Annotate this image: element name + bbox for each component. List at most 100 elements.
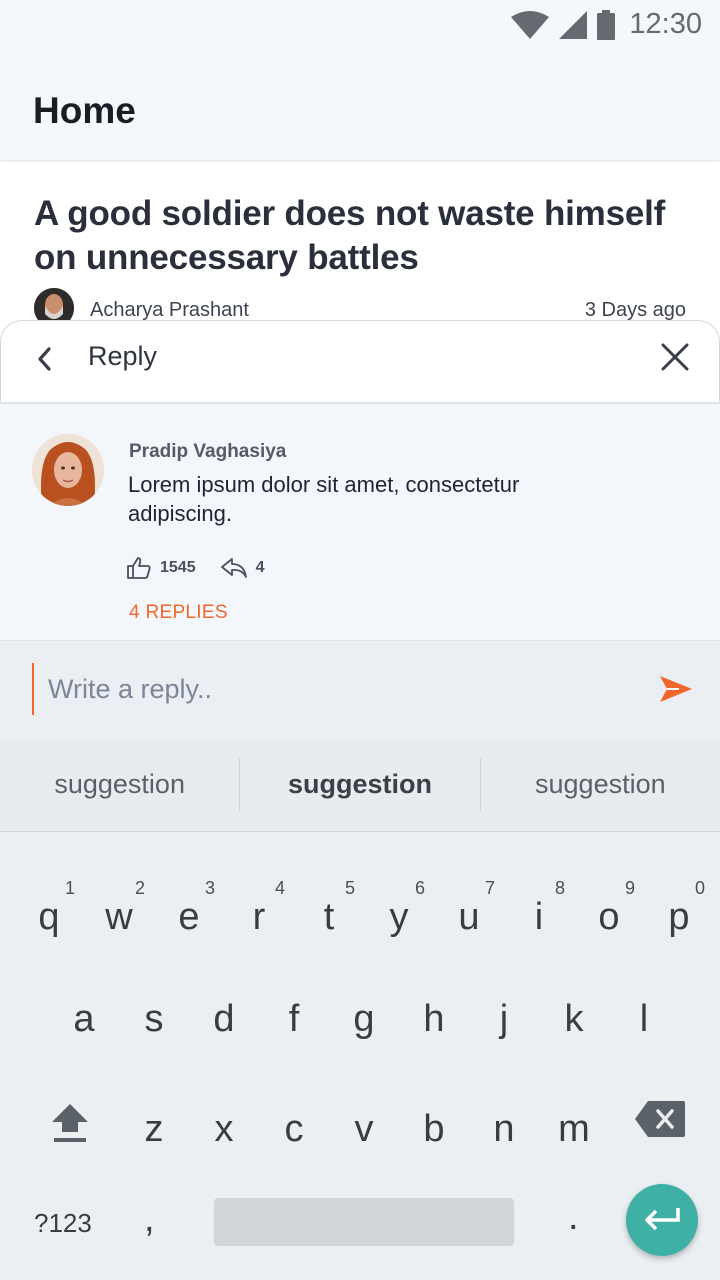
status-time: 12:30 <box>629 8 702 40</box>
key[interactable]: s <box>122 982 186 1062</box>
key[interactable]: g <box>332 982 396 1062</box>
author-name[interactable]: Acharya Prashant <box>90 299 249 322</box>
key[interactable]: d <box>192 982 256 1062</box>
input-accent-bar <box>32 663 34 715</box>
key[interactable]: f <box>262 982 326 1062</box>
shift-icon <box>52 1104 88 1142</box>
key[interactable]: 8i <box>507 872 571 952</box>
key[interactable]: 5t <box>297 872 361 952</box>
key-label: x <box>214 1108 234 1150</box>
like-button[interactable]: 1545 <box>126 556 196 580</box>
keyboard-suggestions: suggestion suggestion suggestion <box>0 738 720 832</box>
key[interactable]: 7u <box>437 872 501 952</box>
comma-key[interactable]: , <box>144 1198 155 1241</box>
key[interactable]: n <box>472 1090 536 1170</box>
key-label: i <box>534 896 544 938</box>
key-label: h <box>423 998 445 1040</box>
app-bar: Home <box>0 48 720 160</box>
enter-key[interactable] <box>626 1184 698 1256</box>
page-title: Home <box>33 90 136 131</box>
key-label: p <box>668 896 690 938</box>
key[interactable]: b <box>402 1090 466 1170</box>
key-label: l <box>639 998 649 1040</box>
key[interactable]: c <box>262 1090 326 1170</box>
key[interactable]: m <box>542 1090 606 1170</box>
key-label: s <box>144 998 164 1040</box>
period-key[interactable]: . <box>568 1196 579 1239</box>
key-label: w <box>105 896 133 938</box>
send-button[interactable] <box>656 669 696 709</box>
reply-sheet-title: Reply <box>88 341 158 371</box>
key-label: o <box>598 896 620 938</box>
space-key[interactable] <box>214 1198 514 1246</box>
reply-count: 4 <box>255 559 265 576</box>
key[interactable]: 0p <box>647 872 711 952</box>
status-bar: 12:30 <box>0 0 720 48</box>
key-label: r <box>252 896 266 938</box>
suggestion-left[interactable]: suggestion <box>0 769 239 800</box>
key[interactable]: 3e <box>157 872 221 952</box>
wifi-icon <box>511 10 550 39</box>
comment: Pradip Vaghasiya Lorem ipsum dolor sit a… <box>0 404 720 640</box>
key[interactable]: 9o <box>577 872 641 952</box>
key-label: k <box>564 998 584 1040</box>
reply-icon <box>220 558 247 578</box>
key-label: a <box>73 998 95 1040</box>
back-button[interactable] <box>25 339 65 379</box>
key[interactable]: j <box>472 982 536 1062</box>
keyboard: 1q 2w 3e 4r 5t 6y 7u 8i 9o 0p a s d f g … <box>0 832 720 1280</box>
suggestion-right[interactable]: suggestion <box>481 769 720 800</box>
key[interactable]: x <box>192 1090 256 1170</box>
commenter-avatar[interactable] <box>32 434 104 506</box>
key[interactable]: v <box>332 1090 396 1170</box>
key-label: f <box>288 998 300 1040</box>
key-label: y <box>389 896 409 938</box>
key-label: u <box>458 896 480 938</box>
key-label: j <box>499 998 509 1040</box>
reply-sheet-header: Reply <box>0 320 720 404</box>
article-title[interactable]: A good soldier does not waste himself on… <box>34 192 674 280</box>
key-label: d <box>213 998 235 1040</box>
key[interactable]: z <box>122 1090 186 1170</box>
key-label: n <box>493 1108 515 1150</box>
thumbs-up-icon <box>127 557 151 579</box>
status-icons: 12:30 <box>511 8 702 41</box>
comment-actions: 1545 4 <box>126 556 289 580</box>
key-label: m <box>558 1108 590 1150</box>
symbols-key[interactable]: ?123 <box>34 1208 92 1239</box>
key[interactable]: l <box>612 982 676 1062</box>
send-icon <box>660 676 692 702</box>
key-label: q <box>38 896 60 938</box>
reply-button[interactable]: 4 <box>220 557 265 579</box>
close-button[interactable] <box>653 335 697 379</box>
key-label: b <box>423 1108 445 1150</box>
close-icon <box>661 343 689 371</box>
key-label: c <box>284 1108 304 1150</box>
key[interactable]: 6y <box>367 872 431 952</box>
key-label: e <box>178 896 200 938</box>
key[interactable]: k <box>542 982 606 1062</box>
chevron-left-icon <box>38 347 51 371</box>
view-replies-link[interactable]: 4 REPLIES <box>129 602 228 624</box>
comment-text: Lorem ipsum dolor sit amet, consectetur … <box>128 472 520 526</box>
key-label: t <box>323 896 335 938</box>
article-card[interactable]: A good soldier does not waste himself on… <box>0 162 720 342</box>
key[interactable]: a <box>52 982 116 1062</box>
commenter-avatar-image <box>32 434 104 506</box>
key-label: z <box>144 1108 164 1150</box>
comment-author[interactable]: Pradip Vaghasiya <box>129 441 286 463</box>
key-label: g <box>353 998 375 1040</box>
key[interactable]: 1q <box>17 872 81 952</box>
suggestion-center[interactable]: suggestion <box>240 769 479 800</box>
article-timestamp: 3 Days ago <box>584 299 686 321</box>
backspace-key[interactable] <box>634 1100 686 1140</box>
reply-composer <box>0 640 720 738</box>
key[interactable]: h <box>402 982 466 1062</box>
like-count: 1545 <box>160 559 196 576</box>
reply-input[interactable] <box>48 667 608 711</box>
key[interactable]: 4r <box>227 872 291 952</box>
key-label: v <box>354 1108 374 1150</box>
shift-key[interactable] <box>48 1100 92 1144</box>
battery-icon <box>597 9 616 40</box>
key[interactable]: 2w <box>87 872 151 952</box>
